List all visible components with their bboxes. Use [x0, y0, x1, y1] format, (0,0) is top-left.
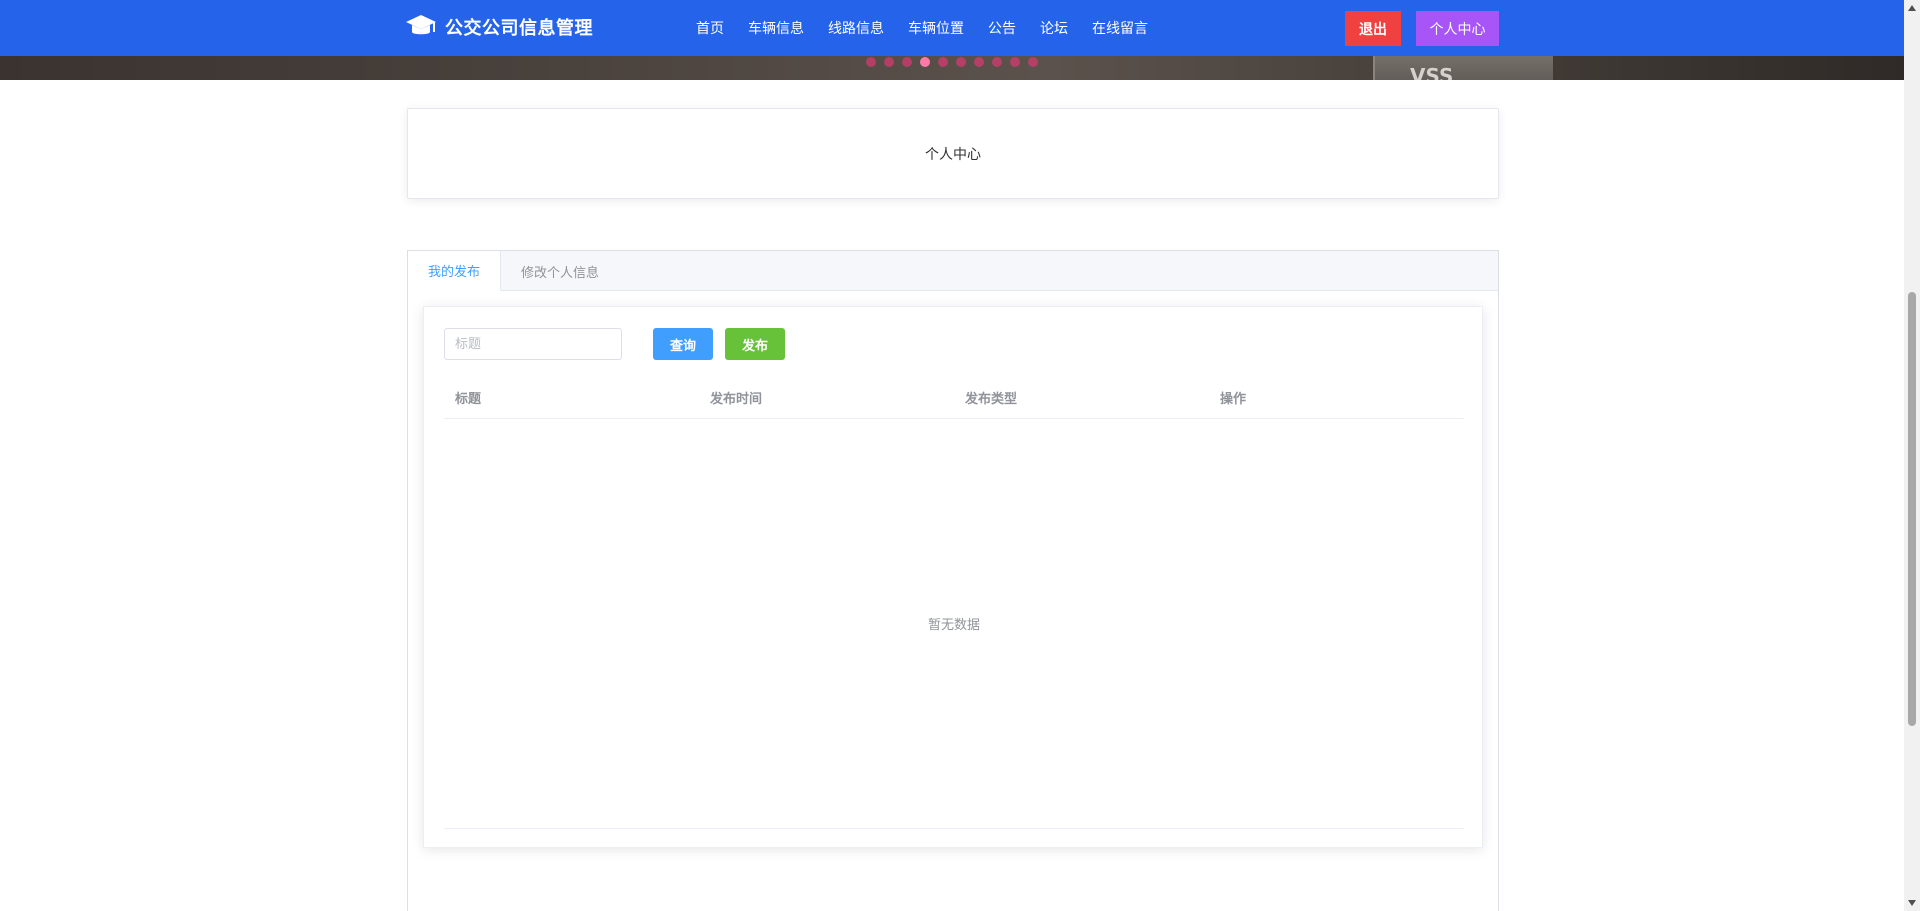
- table-empty-state: 暂无数据: [444, 419, 1464, 829]
- graduation-cap-icon: [406, 15, 436, 35]
- nav-forum[interactable]: 论坛: [1040, 18, 1068, 38]
- table-header: 标题 发布时间 发布类型 操作: [444, 377, 1464, 419]
- column-header-actions: 操作: [1220, 392, 1247, 407]
- carousel-dot[interactable]: [974, 57, 984, 67]
- carousel-dot[interactable]: [1010, 57, 1020, 67]
- column-header-publish-time: 发布时间: [710, 392, 763, 407]
- posts-table: 标题 发布时间 发布类型 操作 暂无数据: [444, 377, 1464, 829]
- publish-button[interactable]: 发布: [725, 328, 785, 360]
- tab-header: 我的发布 修改个人信息: [408, 251, 1498, 291]
- carousel-dot[interactable]: [1028, 57, 1038, 67]
- column-header-publish-type: 发布类型: [965, 392, 1018, 407]
- my-posts-panel: 查询 发布 标题 发布时间 发布类型 操作 暂无数据: [423, 306, 1483, 848]
- tab-edit-profile[interactable]: 修改个人信息: [501, 251, 619, 291]
- nav-announcement[interactable]: 公告: [988, 18, 1016, 38]
- nav-vehicle-location[interactable]: 车辆位置: [908, 18, 964, 38]
- page-title-card: 个人中心: [407, 108, 1499, 199]
- logo[interactable]: 公交公司信息管理: [405, 14, 593, 40]
- scroll-down-arrow-icon[interactable]: [1904, 895, 1920, 911]
- nav-vehicle-info[interactable]: 车辆信息: [748, 18, 804, 38]
- carousel-dot-active[interactable]: [920, 57, 930, 67]
- scrollbar-thumb[interactable]: [1908, 292, 1916, 726]
- query-button[interactable]: 查询: [653, 328, 713, 360]
- top-header: 公交公司信息管理 首页 车辆信息 线路信息 车辆位置 公告 论坛 在线留言 退出…: [0, 0, 1904, 56]
- carousel-dot[interactable]: [884, 57, 894, 67]
- nav-route-info[interactable]: 线路信息: [828, 18, 884, 38]
- page-scrollbar[interactable]: [1904, 0, 1920, 911]
- scroll-up-arrow-icon[interactable]: [1904, 0, 1920, 16]
- carousel-dot[interactable]: [956, 57, 966, 67]
- nav-online-message[interactable]: 在线留言: [1092, 18, 1148, 38]
- carousel-dot[interactable]: [992, 57, 1002, 67]
- main-nav: 首页 车辆信息 线路信息 车辆位置 公告 论坛 在线留言: [696, 0, 1148, 56]
- page: VSS 公交公司信息管理 首页 车辆信息 线路信息 车辆位置 公告 论坛 在线留…: [0, 0, 1920, 911]
- carousel-dot[interactable]: [938, 57, 948, 67]
- logo-text: 公交公司信息管理: [445, 18, 593, 39]
- empty-text: 暂无数据: [927, 618, 980, 633]
- tab-my-posts[interactable]: 我的发布: [408, 251, 502, 291]
- profile-center-button[interactable]: 个人中心: [1416, 11, 1499, 46]
- column-header-title: 标题: [455, 392, 482, 407]
- carousel-dot[interactable]: [902, 57, 912, 67]
- title-search-input[interactable]: [444, 328, 622, 360]
- carousel-dot[interactable]: [866, 57, 876, 67]
- page-title: 个人中心: [925, 146, 981, 163]
- nav-home[interactable]: 首页: [696, 18, 724, 38]
- profile-tabs: 我的发布 修改个人信息 查询 发布 标题 发布时间 发布类型 操作 暂无数据: [407, 250, 1499, 911]
- carousel-dots: [866, 57, 1038, 67]
- logout-button[interactable]: 退出: [1345, 11, 1401, 46]
- banner-bus-text: VSS: [1410, 64, 1454, 80]
